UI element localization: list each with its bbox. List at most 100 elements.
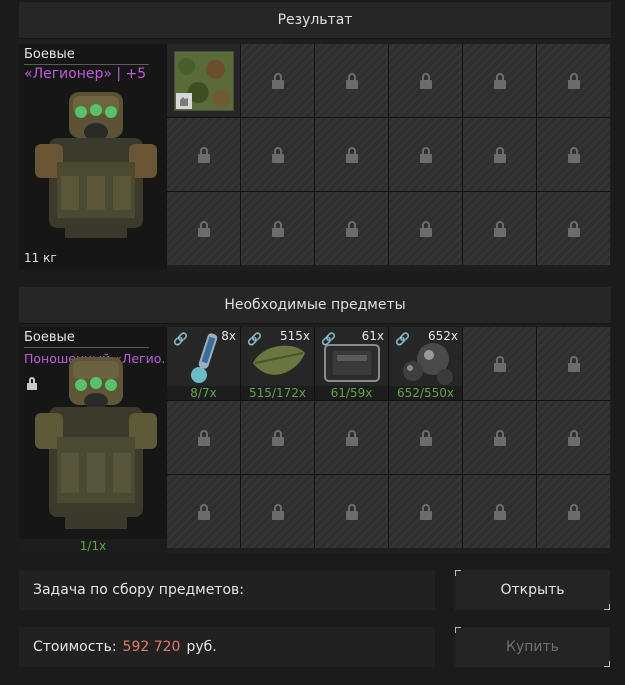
lock-icon [419,429,432,446]
chain-link-icon: 🔗 [173,332,188,346]
lock-icon [271,220,284,237]
lock-icon [345,503,358,520]
material-slot-injector[interactable]: 🔗 8x 8/7x [167,327,240,400]
material-slot-spheres[interactable]: 🔗 652x 652/550x [389,327,462,400]
required-title: Необходимые предметы [19,287,611,324]
leaf-icon [253,345,305,375]
locked-slot [463,327,536,400]
locked-slot [241,44,314,117]
lock-icon [197,220,210,237]
locked-slot [389,44,462,117]
lock-icon [493,146,506,163]
locked-slot [463,118,536,191]
result-panel: Результат Боевые «Легионер» | +5 11 кг [19,2,611,270]
cost-value: 592 720 [122,639,181,655]
locked-slot [241,192,314,265]
cost-row: Стоимость: 592 720 руб. [19,627,435,667]
task-label: Задача по сбору предметов: [33,582,244,598]
material-have: 515/172x [241,386,314,400]
lock-icon [345,429,358,446]
result-slot-unlocked[interactable] [167,44,240,117]
locked-slot [463,401,536,474]
lock-icon [567,72,580,89]
divider [24,64,149,65]
locked-slot [463,44,536,117]
lock-icon [345,72,358,89]
lock-icon [493,355,506,372]
result-item-category: Боевые [24,47,75,62]
lock-icon [271,146,284,163]
material-have: 8/7x [167,386,240,400]
result-slot-grid [167,44,610,265]
lock-icon [345,220,358,237]
required-item-card[interactable]: Боевые Поношенный «Легио.. 1/1x [19,327,167,553]
locked-slot [537,327,610,400]
locked-slot [389,192,462,265]
camouflage-pattern-icon [174,51,234,111]
locked-slot [537,475,610,548]
lock-icon [567,429,580,446]
lock-icon [567,503,580,520]
lock-icon [197,146,210,163]
required-item-category: Боевые [24,330,75,345]
lock-icon [493,429,506,446]
cost-currency: руб. [186,639,217,655]
armor-icon [35,357,157,529]
locked-slot [537,401,610,474]
divider [24,347,149,348]
lock-icon [493,72,506,89]
required-slot-grid: 🔗 8x 8/7x 🔗 515x 515/172x 🔗 61x 61/59x 🔗… [167,327,610,548]
lock-icon [567,146,580,163]
lock-icon [271,429,284,446]
locked-slot [241,118,314,191]
result-item-card[interactable]: Боевые «Легионер» | +5 11 кг [19,44,167,270]
locked-slot [167,475,240,548]
locked-slot [167,401,240,474]
locked-slot [463,192,536,265]
result-title: Результат [19,2,611,39]
lock-icon [345,146,358,163]
locked-slot [537,118,610,191]
metal-spheres-icon [403,343,453,385]
locked-slot [315,44,388,117]
lock-icon [419,503,432,520]
locked-slot [315,401,388,474]
lock-icon [197,503,210,520]
armor-icon [35,92,157,238]
lock-icon [567,220,580,237]
locked-slot [389,475,462,548]
result-item-name: «Легионер» | +5 [24,66,147,82]
required-item-count: 1/1x [19,539,167,553]
buy-button[interactable]: Купить [455,627,610,667]
required-panel: Необходимые предметы Боевые Поношенный «… [19,287,611,553]
lock-icon [419,146,432,163]
collection-task-label: Задача по сбору предметов: [19,570,435,610]
lock-icon [419,220,432,237]
result-item-weight: 11 кг [24,251,57,265]
lock-icon [419,72,432,89]
locked-slot [315,192,388,265]
locked-slot [537,192,610,265]
locked-slot [463,475,536,548]
locked-slot [241,475,314,548]
locked-slot [315,475,388,548]
lock-icon [493,503,506,520]
material-slot-tablet[interactable]: 🔗 61x 61/59x [315,327,388,400]
open-button[interactable]: Открыть [455,570,610,610]
material-have: 652/550x [389,386,462,400]
locked-slot [315,118,388,191]
injector-icon [191,333,218,383]
lock-icon [271,503,284,520]
locked-slot [167,192,240,265]
locked-slot [389,118,462,191]
tablet-device-icon [324,344,380,382]
lock-icon [493,220,506,237]
material-qty: 8x [221,329,236,343]
locked-slot [167,118,240,191]
lock-icon [567,355,580,372]
locked-slot [389,401,462,474]
lock-icon [197,429,210,446]
skin-badge-icon [176,93,192,109]
locked-slot [537,44,610,117]
material-slot-leaf[interactable]: 🔗 515x 515/172x [241,327,314,400]
